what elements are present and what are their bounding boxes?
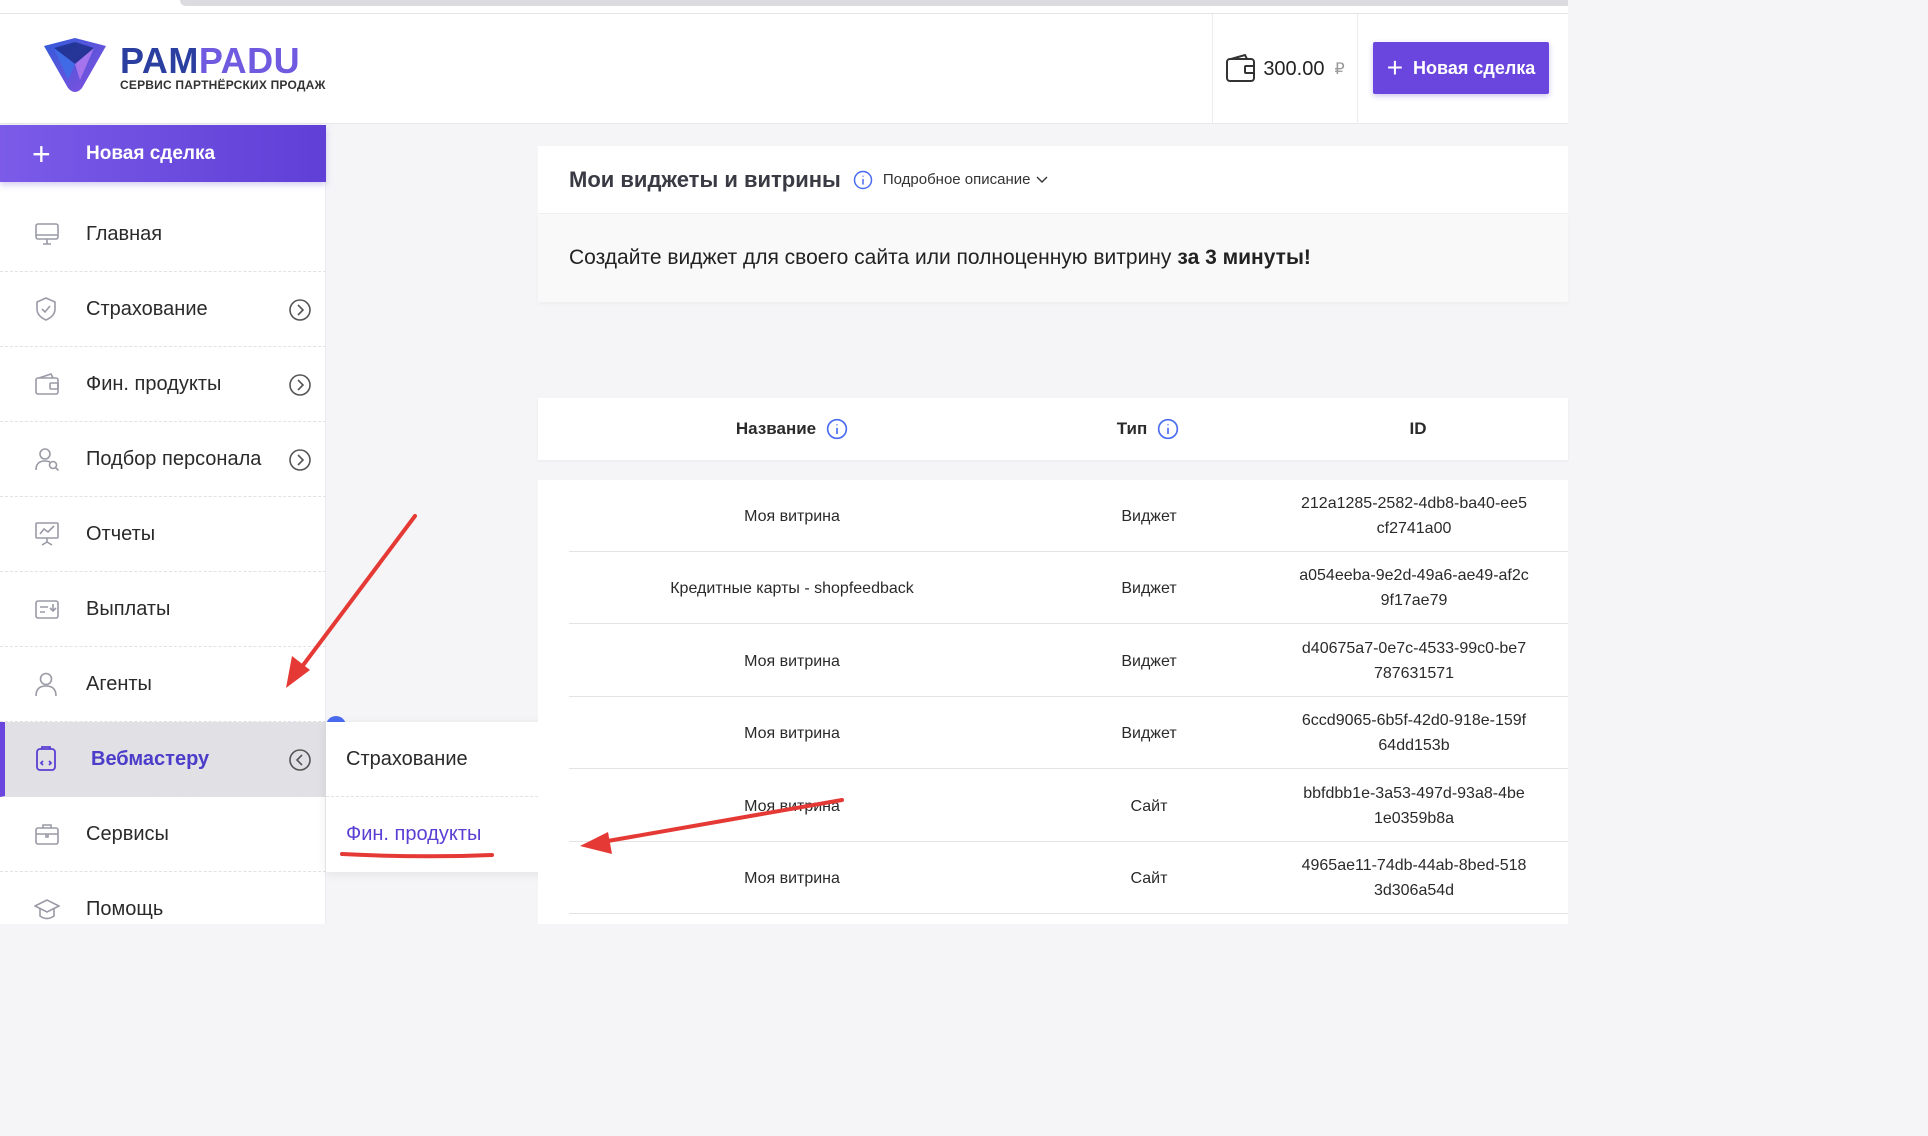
sidebar-item-label: Вебмастеру [91, 747, 210, 770]
plus-icon: + [1386, 52, 1404, 83]
column-header-label: Название [735, 419, 817, 438]
sidebar-item-recruiting[interactable]: Подбор персонала [0, 422, 326, 497]
chevron-left-circle-icon[interactable] [288, 748, 312, 772]
table-row[interactable]: Моя витрина Виджет 212a1285-2582-4db8-ba… [569, 480, 1568, 552]
sidebar-item-label: Главная [86, 222, 163, 245]
cell-id: 212a1285-2582-4db8-ba40-ee5cf2741a00 [1301, 495, 1527, 537]
sidebar-item-label: Подбор персонала [86, 447, 262, 470]
sidebar-nav: Главная Страхование Фин. продукты Подбор… [0, 197, 326, 947]
widgets-card-description: Создайте виджет для своего сайта или пол… [538, 214, 1568, 302]
chevron-right-circle-icon[interactable] [288, 298, 312, 322]
cell-type: Виджет [1121, 652, 1177, 670]
cell-name: Моя витрина [744, 652, 840, 670]
table-row[interactable]: Кредитные карты - shopfeedback Виджет a0… [569, 552, 1568, 624]
logo-mark-icon [44, 38, 106, 92]
cell-name: Моя витрина [744, 724, 840, 742]
graduation-cap-icon [34, 898, 60, 919]
wallet-icon [1226, 54, 1256, 82]
horizontal-scrollbar[interactable] [180, 0, 1568, 6]
sidebar-item-agents[interactable]: Агенты [0, 647, 326, 722]
browser-top-strip [0, 0, 1568, 14]
cell-type: Виджет [1121, 507, 1177, 525]
logo-wordmark: PAMPADU [120, 40, 301, 81]
cell-type: Сайт [1130, 869, 1168, 887]
table-row[interactable]: Моя витрина Виджет d40675a7-0e7c-4533-99… [569, 625, 1568, 697]
balance-currency: ₽ [1334, 61, 1345, 78]
user-icon [35, 672, 57, 697]
column-header-label: ID [1409, 419, 1427, 438]
table-header: Название Тип ID [538, 398, 1568, 460]
table-row[interactable]: Моя витрина Сайт 4965ae11-74db-44ab-8bed… [569, 842, 1568, 914]
tablet-code-icon [36, 746, 56, 771]
cell-name: Моя витрина [744, 507, 840, 525]
cell-id: bbfdbb1e-3a53-497d-93a8-4be1e0359b8a [1303, 785, 1525, 827]
sidebar-item-reports[interactable]: Отчеты [0, 497, 326, 572]
sidebar: + Новая сделка Главная Страхование Фин. … [0, 125, 326, 924]
plus-icon: + [32, 135, 51, 172]
presentation-chart-icon [35, 522, 59, 546]
details-toggle[interactable]: Подробное описание [883, 171, 1049, 188]
column-header-name[interactable]: Название [538, 398, 1046, 460]
column-header-label: Тип [1116, 419, 1148, 438]
cell-type: Виджет [1121, 724, 1177, 742]
sidebar-item-services[interactable]: Сервисы [0, 797, 326, 872]
wallet-card-icon [35, 373, 59, 395]
new-deal-header-label: Новая сделка [1413, 57, 1536, 78]
briefcase-icon [35, 824, 59, 845]
description-text: Создайте виджет для своего сайта или пол… [569, 246, 1172, 269]
sidebar-item-label: Агенты [86, 672, 152, 695]
cell-id: d40675a7-0e7c-4533-99c0-be7787631571 [1301, 640, 1527, 682]
page-title: Мои виджеты и витрины [569, 166, 841, 192]
logo[interactable]: PAMPADU СЕРВИС ПАРТНЁРСКИХ ПРОДАЖ [42, 34, 325, 98]
column-header-id[interactable]: ID [1298, 398, 1538, 460]
cell-name: Кредитные карты - shopfeedback [670, 579, 914, 597]
cell-name: Моя витрина [744, 797, 840, 815]
user-search-icon [35, 448, 60, 472]
widgets-card-header: Мои виджеты и витрины Подробное описание [538, 146, 1568, 214]
column-header-type[interactable]: Тип [1046, 398, 1250, 460]
chevron-down-icon [1036, 176, 1047, 183]
cell-id: a054eeba-9e2d-49a6-ae49-af2c9f17ae79 [1299, 567, 1529, 609]
shield-icon [36, 297, 56, 321]
sidebar-item-label: Выплаты [86, 597, 171, 620]
sidebar-item-label: Отчеты [86, 522, 156, 545]
sidebar-item-label: Сервисы [86, 822, 169, 845]
new-deal-sidebar-label: Новая сделка [86, 142, 216, 164]
sidebar-item-webmaster[interactable]: Вебмастеру [0, 722, 326, 797]
new-deal-header-button[interactable]: + Новая сделка [1373, 42, 1549, 94]
logo-tagline: СЕРВИС ПАРТНЁРСКИХ ПРОДАЖ [120, 78, 326, 92]
sidebar-item-fin-products[interactable]: Фин. продукты [0, 347, 326, 422]
balance-widget[interactable]: 300.00 ₽ [1212, 14, 1358, 124]
cell-name: Моя витрина [744, 869, 840, 887]
cell-id: 6ccd9065-6b5f-42d0-918e-159f64dd153b [1301, 712, 1527, 754]
balance-amount: 300.00 [1263, 57, 1325, 80]
sidebar-item-label: Помощь [86, 898, 164, 920]
sidebar-item-label: Страхование [86, 297, 208, 320]
info-icon[interactable] [853, 170, 873, 190]
widgets-table: Моя витрина Виджет 212a1285-2582-4db8-ba… [538, 480, 1568, 924]
chevron-right-circle-icon[interactable] [288, 448, 312, 472]
cell-type: Виджет [1121, 579, 1177, 597]
app-header: PAMPADU СЕРВИС ПАРТНЁРСКИХ ПРОДАЖ 300.00… [0, 14, 1568, 124]
table-row[interactable]: Моя витрина Виджет 6ccd9065-6b5f-42d0-91… [569, 697, 1568, 769]
sidebar-item-label: Фин. продукты [86, 372, 222, 395]
cell-type: Сайт [1130, 797, 1168, 815]
chevron-right-circle-icon[interactable] [288, 373, 312, 397]
info-icon[interactable] [1157, 418, 1179, 440]
sidebar-item-insurance[interactable]: Страхование [0, 272, 326, 347]
new-deal-sidebar-button[interactable]: + Новая сделка [0, 125, 326, 182]
description-bold: за 3 минуты! [1177, 246, 1311, 269]
payout-icon [35, 600, 59, 619]
table-row[interactable]: Моя витрина Сайт bbfdbb1e-3a53-497d-93a8… [569, 770, 1568, 842]
sidebar-item-help[interactable]: Помощь [0, 872, 326, 947]
sidebar-item-home[interactable]: Главная [0, 197, 326, 272]
details-link-label: Подробное описание [882, 171, 1031, 188]
cell-id: 4965ae11-74db-44ab-8bed-5183d306a54d [1301, 857, 1527, 899]
monitor-icon [35, 223, 59, 245]
info-icon[interactable] [826, 418, 848, 440]
sidebar-item-payouts[interactable]: Выплаты [0, 572, 326, 647]
